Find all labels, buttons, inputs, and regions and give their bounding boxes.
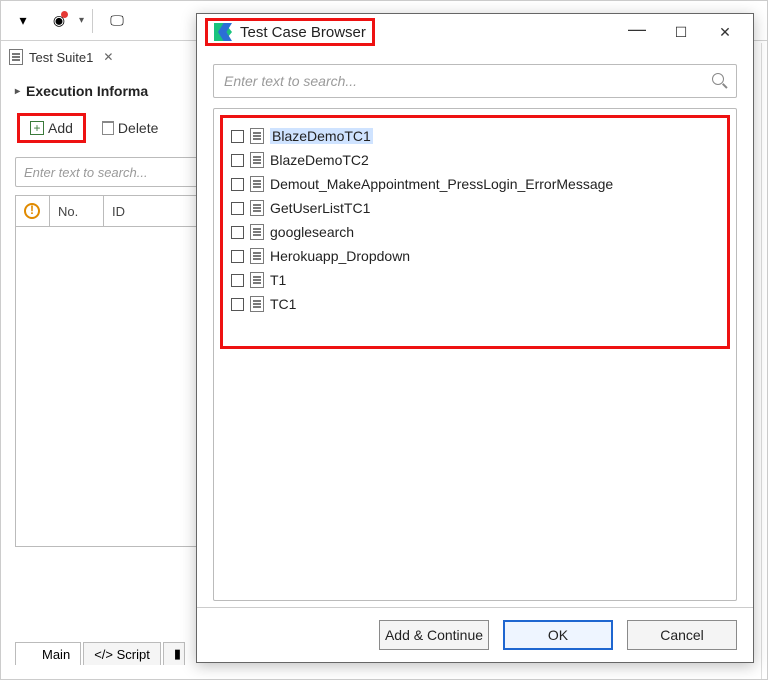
testcase-icon (250, 248, 264, 264)
tree-item[interactable]: T1 (231, 268, 719, 292)
checkbox[interactable] (231, 298, 244, 311)
katalon-icon (214, 23, 232, 41)
delete-label: Delete (118, 120, 158, 136)
testcase-icon (250, 296, 264, 312)
cancel-button[interactable]: Cancel (627, 620, 737, 650)
right-divider (761, 43, 767, 679)
add-continue-button[interactable]: Add & Continue (379, 620, 489, 650)
checkbox[interactable] (231, 202, 244, 215)
grid-col-warning (16, 196, 50, 226)
highlight-add: + Add (17, 113, 86, 143)
testcase-icon (250, 200, 264, 216)
checkbox[interactable] (231, 154, 244, 167)
tree-item-label: BlazeDemoTC2 (270, 152, 369, 168)
highlight-tree: BlazeDemoTC1 BlazeDemoTC2 Demout_MakeApp… (220, 115, 730, 349)
tab-main-label: Main (42, 647, 70, 662)
testcase-icon (250, 128, 264, 144)
add-button[interactable]: + Add (24, 118, 79, 138)
tree-item[interactable]: BlazeDemoTC2 (231, 148, 719, 172)
testcase-icon (250, 152, 264, 168)
section-label: Execution Informa (26, 83, 148, 99)
dialog-title-bar: Test Case Browser — ☐ ✕ (197, 14, 753, 50)
test-case-tree: BlazeDemoTC1 BlazeDemoTC2 Demout_MakeApp… (213, 108, 737, 601)
close-icon[interactable]: ✕ (103, 50, 113, 64)
tree-item[interactable]: googlesearch (231, 220, 719, 244)
dialog-title: Test Case Browser (240, 24, 366, 41)
tree-item-label: T1 (270, 272, 286, 288)
search-box (213, 64, 737, 98)
tree-item-label: BlazeDemoTC1 (270, 128, 373, 144)
add-label: Add (48, 120, 73, 136)
tab-script[interactable]: </> Script (83, 642, 161, 665)
tab-more[interactable]: ▮ (163, 642, 185, 665)
testcase-icon (250, 272, 264, 288)
window-maximize-button[interactable]: ☐ (659, 17, 703, 47)
tree-item[interactable]: Demout_MakeAppointment_PressLogin_ErrorM… (231, 172, 719, 196)
test-case-browser-dialog: Test Case Browser — ☐ ✕ BlazeDemoTC1 Bla… (196, 13, 754, 663)
checkbox[interactable] (231, 178, 244, 191)
delete-button[interactable]: Delete (96, 118, 164, 138)
document-icon (26, 647, 38, 661)
grid-col-no[interactable]: No. (50, 196, 104, 226)
document-icon (9, 49, 23, 65)
tree-item[interactable]: Herokuapp_Dropdown (231, 244, 719, 268)
testcase-icon (250, 224, 264, 240)
tree-item-label: googlesearch (270, 224, 354, 240)
checkbox[interactable] (231, 274, 244, 287)
search-placeholder-bg: Enter text to search... (24, 165, 148, 180)
toolbar-button-generic[interactable]: ▾ (7, 7, 39, 35)
chevron-right-icon: ▸ (15, 86, 20, 97)
search-icon[interactable] (712, 73, 728, 89)
checkbox[interactable] (231, 130, 244, 143)
window-minimize-button[interactable]: — (615, 17, 659, 47)
plus-icon: + (30, 121, 44, 135)
search-input[interactable] (222, 72, 706, 90)
highlight-title: Test Case Browser (205, 18, 375, 46)
tree-item[interactable]: TC1 (231, 292, 719, 316)
tree-item-label: Demout_MakeAppointment_PressLogin_ErrorM… (270, 176, 613, 192)
monitor-icon: 🖵 (110, 12, 124, 29)
tab-script-label: </> Script (94, 647, 150, 662)
tree-item[interactable]: GetUserListTC1 (231, 196, 719, 220)
checkbox[interactable] (231, 226, 244, 239)
dialog-footer: Add & Continue OK Cancel (197, 607, 753, 662)
ok-button[interactable]: OK (503, 620, 613, 650)
toolbar-desktop-button[interactable]: 🖵 (101, 7, 133, 35)
tree-item[interactable]: BlazeDemoTC1 (231, 124, 719, 148)
tree-item-label: GetUserListTC1 (270, 200, 370, 216)
tab-main[interactable]: Main (15, 642, 81, 665)
warning-icon (24, 203, 40, 219)
editor-tab-label[interactable]: Test Suite1 (29, 50, 93, 65)
testcase-icon (250, 176, 264, 192)
tree-item-label: Herokuapp_Dropdown (270, 248, 410, 264)
toolbar-record-button[interactable]: ◉ (43, 7, 75, 35)
checkbox[interactable] (231, 250, 244, 263)
window-close-button[interactable]: ✕ (703, 17, 747, 47)
bottom-tab-bar: Main </> Script ▮ (15, 642, 185, 665)
trash-icon (102, 121, 114, 135)
tree-item-label: TC1 (270, 296, 296, 312)
